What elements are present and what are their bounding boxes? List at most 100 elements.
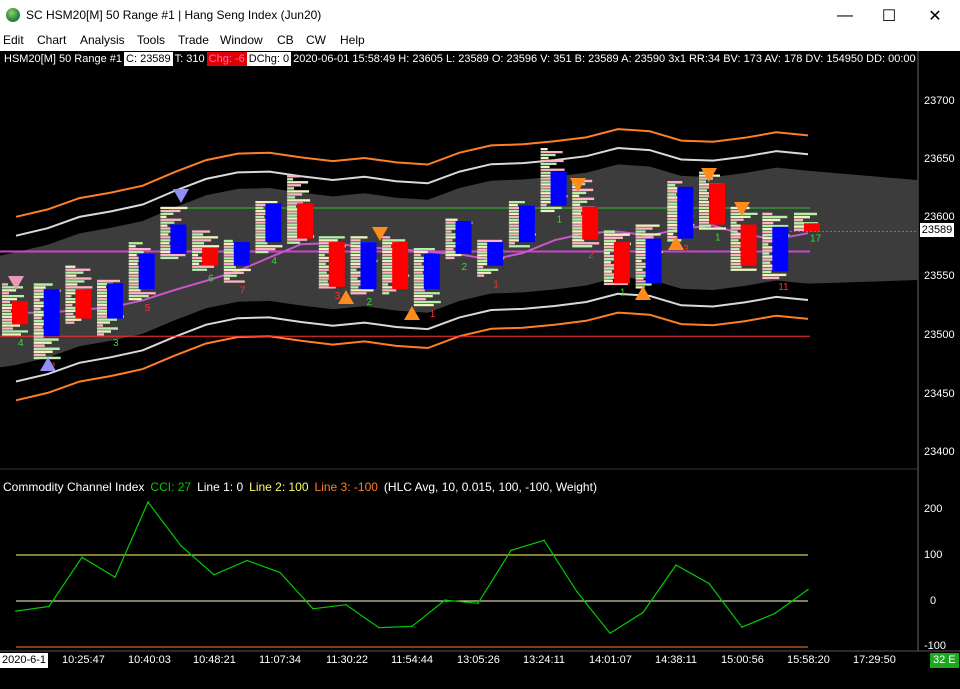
minimize-button[interactable]: — <box>822 0 868 31</box>
bar-profile-row <box>192 265 215 268</box>
bar-profile-row <box>540 183 552 186</box>
header-trades: T: 310 <box>174 53 205 65</box>
bar-profile-row <box>572 221 583 224</box>
bar-profile-row <box>192 253 199 257</box>
chart-area[interactable]: 423567432121121311117 HSM20[M] 50 Range … <box>0 51 960 689</box>
cci-axis-label: 100 <box>924 549 943 561</box>
bar-profile-row <box>762 276 780 280</box>
bar-profile-row <box>699 180 706 183</box>
bar-profile-row <box>508 221 520 224</box>
bar-profile-row <box>762 270 772 273</box>
bar-profile-row <box>762 273 787 277</box>
bar-profile-row <box>350 286 359 289</box>
chart-canvas[interactable]: 423567432121121311117 <box>0 51 960 689</box>
bar-profile-row <box>65 303 73 307</box>
bar-profile-row <box>97 279 120 283</box>
menu-analysis[interactable]: Analysis <box>80 33 125 47</box>
bar-profile-row <box>97 321 110 324</box>
bar-profile-row <box>794 228 804 231</box>
bar-profile-row <box>33 338 59 341</box>
bar-profile-row <box>65 265 76 268</box>
bar-profile-row <box>33 350 53 353</box>
bar-profile-row <box>762 261 771 264</box>
bar-profile-row <box>255 248 276 251</box>
bar-profile-row <box>508 245 530 248</box>
bar-count-label: 5 <box>145 303 151 314</box>
header-change: Chg: -6 <box>206 52 247 66</box>
menu-edit[interactable]: Edit <box>3 33 24 47</box>
bar-profile-row <box>287 190 310 193</box>
bar-profile-row <box>350 268 357 271</box>
price-axis-label: 23550 <box>924 270 955 282</box>
bar-profile-row <box>65 321 75 324</box>
time-axis-first: 2020-6-1 <box>0 653 49 668</box>
price-axis-label: 23500 <box>924 329 955 341</box>
menu-help[interactable]: Help <box>340 33 365 47</box>
bar-profile-row <box>730 218 744 221</box>
header-symbol: HSM20[M] 50 Range #1 <box>4 53 123 65</box>
time-axis-label: 15:00:56 <box>721 654 764 666</box>
bar-profile-row <box>160 221 175 224</box>
bar-profile-row <box>413 248 435 251</box>
up-bar-body <box>423 253 440 290</box>
up-bar-body <box>233 242 250 266</box>
bar-count-label: 1 <box>715 232 721 243</box>
bar-count-label: 4 <box>271 256 277 267</box>
maximize-button[interactable]: ☐ <box>866 0 912 31</box>
bar-profile-row <box>603 261 611 264</box>
bar-profile-row <box>33 283 53 286</box>
bar-profile-row <box>413 250 428 254</box>
bar-profile-row <box>223 257 235 260</box>
app-globe-icon <box>6 8 20 22</box>
bar-profile-row <box>97 318 117 321</box>
down-bar-body <box>75 289 92 319</box>
up-bar-body <box>265 203 282 243</box>
bar-profile-row <box>445 230 452 233</box>
bar-profile-row <box>794 215 810 219</box>
cci-point <box>81 556 83 559</box>
time-axis-label: 11:07:34 <box>259 654 302 666</box>
bar-profile-row <box>192 262 200 265</box>
bar-profile-row <box>287 238 308 241</box>
bar-profile-row <box>287 181 309 184</box>
menu-trade[interactable]: Trade <box>178 33 209 47</box>
bar-profile-row <box>65 277 92 280</box>
close-button[interactable]: ✕ <box>912 0 958 31</box>
menu-chart[interactable]: Chart <box>37 33 66 47</box>
bar-profile-row <box>160 218 182 221</box>
header-dchange: DChg: 0 <box>246 52 292 66</box>
bar-profile-row <box>477 245 489 248</box>
menu-cb[interactable]: CB <box>277 33 294 47</box>
bar-profile-row <box>635 268 643 271</box>
menu-cw[interactable]: CW <box>306 33 326 47</box>
bar-profile-row <box>287 199 311 202</box>
bar-profile-row <box>603 236 623 239</box>
bar-profile-row <box>477 268 499 271</box>
bar-profile-row <box>33 307 41 311</box>
bar-profile-row <box>382 236 391 239</box>
time-axis-label: 14:38:11 <box>655 654 698 666</box>
bar-profile-row <box>287 223 299 226</box>
menu-window[interactable]: Window <box>220 33 263 47</box>
down-bar-body <box>613 242 630 284</box>
bar-profile-row <box>762 212 773 216</box>
bar-profile-row <box>540 168 565 171</box>
bar-profile-row <box>160 215 167 218</box>
cci-point <box>147 501 149 503</box>
menu-tools[interactable]: Tools <box>137 33 165 47</box>
bar-profile-row <box>635 224 660 227</box>
status-badge: 32 E <box>930 653 959 668</box>
up-bar-body <box>772 226 789 272</box>
bar-profile-row <box>413 295 433 298</box>
bar-profile-row <box>65 274 77 277</box>
bar-profile-row <box>33 326 43 329</box>
bar-profile-row <box>699 227 726 230</box>
bar-profile-row <box>97 333 104 336</box>
bar-profile-row <box>223 277 230 280</box>
bar-profile-row <box>699 189 707 192</box>
cci-axis-label: 0 <box>930 595 937 607</box>
cci-point <box>246 559 248 562</box>
bar-profile-row <box>318 236 345 239</box>
bar-profile-row <box>128 245 136 248</box>
bar-profile-row <box>65 295 72 298</box>
